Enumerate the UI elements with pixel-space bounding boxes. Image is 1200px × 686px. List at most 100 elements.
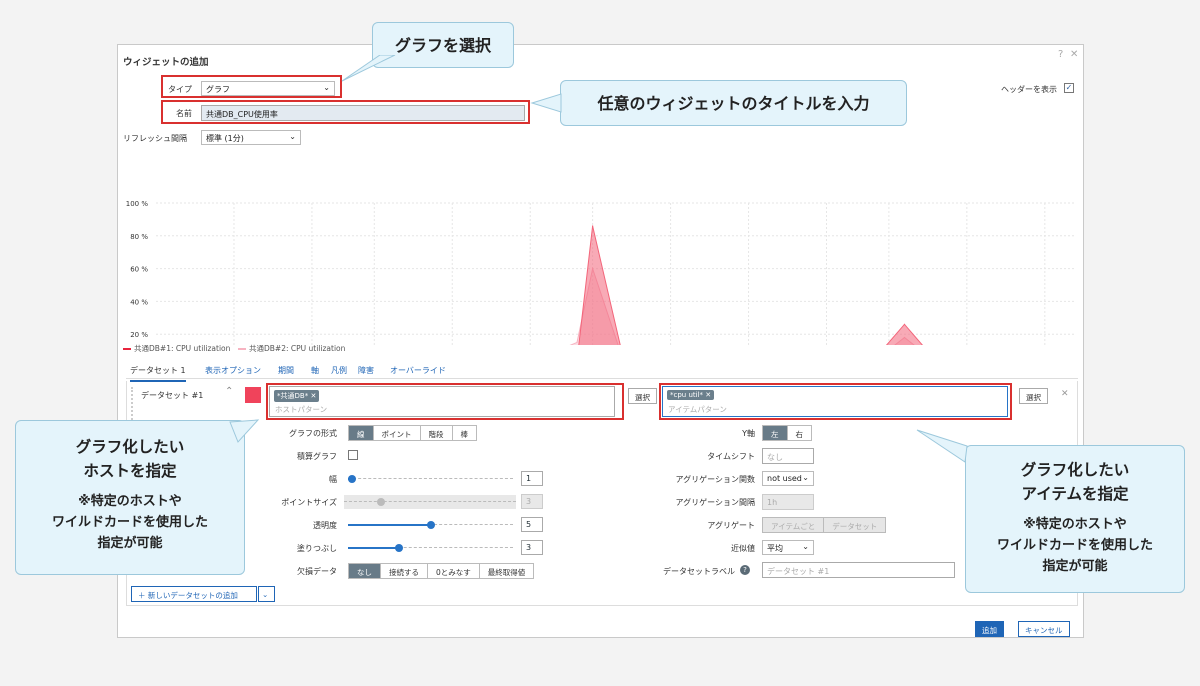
add-dataset-menu-button[interactable]: ⌄ bbox=[258, 586, 275, 602]
width-slider[interactable] bbox=[348, 474, 513, 484]
width-value[interactable]: 1 bbox=[521, 471, 543, 486]
callout-pointer bbox=[916, 429, 968, 463]
y-tick-label: 60 % bbox=[130, 266, 148, 274]
refresh-label: リフレッシュ間隔 bbox=[123, 134, 187, 143]
draw-bar[interactable]: 棒 bbox=[453, 426, 477, 440]
draw-type-toggle[interactable]: 線 ポイント 階段 棒 bbox=[348, 425, 477, 441]
y-axis-right[interactable]: 右 bbox=[788, 426, 812, 440]
agg-function-select[interactable]: not used ⌄ bbox=[762, 471, 814, 486]
name-highlight bbox=[161, 100, 530, 124]
missing-data-toggle[interactable]: なし 接続する 0とみなす 最終取得値 bbox=[348, 563, 535, 579]
callout-host: グラフ化したい ホストを指定 ※特定のホストや ワイルドカードを使用した 指定が… bbox=[15, 420, 245, 575]
chevron-down-icon: ⌄ bbox=[289, 132, 296, 141]
missing-data-label: 欠損データ bbox=[297, 567, 337, 576]
cancel-button[interactable]: キャンセル bbox=[1018, 621, 1070, 637]
refresh-select[interactable]: 標準 (1分) ⌄ bbox=[201, 130, 301, 145]
legend-swatch bbox=[238, 348, 246, 350]
data-point bbox=[592, 225, 594, 227]
slider-knob[interactable] bbox=[395, 544, 403, 552]
item-select-button[interactable]: 選択 bbox=[1019, 388, 1048, 404]
tab-legend[interactable]: 凡例 bbox=[331, 365, 347, 376]
approximation-label: 近似値 bbox=[731, 544, 755, 553]
y-axis-left[interactable]: 左 bbox=[763, 426, 788, 440]
draw-type-label: グラフの形式 bbox=[289, 429, 337, 438]
slider-knob[interactable] bbox=[348, 475, 356, 483]
width-label: 幅 bbox=[329, 475, 337, 484]
agg-interval-input: 1h bbox=[762, 494, 814, 510]
transparency-slider[interactable] bbox=[348, 520, 513, 530]
dataset-label: データセット #1 bbox=[141, 391, 204, 400]
draw-line[interactable]: 線 bbox=[349, 426, 374, 440]
draw-staircase[interactable]: 階段 bbox=[421, 426, 453, 440]
slider-fill bbox=[348, 547, 399, 549]
legend-label: 共通DB#2: CPU utilization bbox=[249, 344, 346, 353]
point-size-label: ポイントサイズ bbox=[281, 498, 337, 507]
callout-item-title: グラフ化したい アイテムを指定 bbox=[1020, 461, 1130, 503]
tab-problems[interactable]: 障害 bbox=[358, 365, 374, 376]
callout-pointer bbox=[229, 419, 260, 443]
agg-function-value: not used bbox=[767, 474, 802, 483]
y-axis-label: Y軸 bbox=[742, 429, 755, 438]
approximation-value: 平均 bbox=[767, 544, 783, 553]
callout-title-input: 任意のウィジェットのタイトルを入力 bbox=[560, 80, 907, 126]
dialog-title: ウィジェットの追加 bbox=[123, 57, 209, 68]
help-icon[interactable]: ? bbox=[1058, 49, 1063, 60]
collapse-chevron-icon[interactable]: ⌃ bbox=[225, 386, 233, 397]
show-header-checkbox[interactable]: ✓ bbox=[1064, 83, 1074, 93]
fill-slider[interactable] bbox=[348, 543, 513, 553]
slider-track bbox=[344, 501, 516, 502]
type-highlight bbox=[161, 75, 342, 98]
callout-pointer bbox=[530, 93, 562, 113]
tab-axes[interactable]: 軸 bbox=[311, 365, 319, 376]
graph-preview: 0 %20 %40 %60 %80 %100 % 8-29 17:218-29 … bbox=[126, 200, 1076, 345]
refresh-select-value: 標準 (1分) bbox=[206, 134, 244, 143]
help-icon[interactable]: ? bbox=[740, 565, 750, 575]
y-axis-toggle[interactable]: 左 右 bbox=[762, 425, 812, 441]
aggregate-toggle: アイテムごと データセット bbox=[762, 517, 887, 533]
dataset-panel: データセット #1 ⌃ *共通DB* ✕ ホストパターン 選択 *cpu uti… bbox=[126, 381, 1078, 606]
add-dataset-button[interactable]: ＋ 新しいデータセットの追加 bbox=[131, 586, 257, 602]
tab-dataset[interactable]: データセット 1 bbox=[130, 365, 186, 382]
draw-points[interactable]: ポイント bbox=[374, 426, 421, 440]
tab-display-options[interactable]: 表示オプション bbox=[205, 365, 261, 376]
chevron-down-icon: ⌄ bbox=[262, 590, 269, 599]
callout-pointer bbox=[341, 55, 396, 82]
missing-none[interactable]: なし bbox=[349, 564, 381, 578]
transparency-label: 透明度 bbox=[313, 521, 337, 530]
tab-overrides[interactable]: オーバーライド bbox=[390, 365, 446, 376]
missing-zero[interactable]: 0とみなす bbox=[428, 564, 480, 578]
host-highlight bbox=[266, 383, 624, 420]
slider-knob bbox=[377, 498, 385, 506]
close-icon[interactable]: ✕ bbox=[1070, 49, 1078, 60]
chevron-down-icon: ⌄ bbox=[802, 473, 809, 482]
timeshift-input[interactable]: なし bbox=[762, 448, 814, 464]
approximation-select[interactable]: 平均 ⌄ bbox=[762, 540, 814, 555]
stacked-checkbox[interactable] bbox=[348, 450, 358, 460]
add-widget-dialog: ウィジェットの追加 ? ✕ タイプ グラフ ⌄ 名前 共通DB_CPU使用率 リ… bbox=[117, 44, 1084, 638]
dataset-label-input[interactable]: データセット #1 bbox=[762, 562, 955, 578]
tab-bar: データセット 1 表示オプション 期間 軸 凡例 障害 オーバーライド bbox=[126, 359, 1078, 382]
host-select-button[interactable]: 選択 bbox=[628, 388, 657, 404]
dataset-label-label: データセットラベル bbox=[663, 567, 735, 576]
slider-track bbox=[348, 478, 513, 479]
data-point bbox=[576, 341, 578, 343]
tab-period[interactable]: 期間 bbox=[278, 365, 294, 376]
timeshift-label: タイムシフト bbox=[707, 452, 755, 461]
dataset-color-picker[interactable] bbox=[245, 387, 261, 403]
item-highlight bbox=[659, 383, 1012, 420]
transparency-value[interactable]: 5 bbox=[521, 517, 543, 532]
y-tick-label: 20 % bbox=[130, 331, 148, 339]
chevron-down-icon: ⌄ bbox=[802, 542, 809, 551]
add-button[interactable]: 追加 bbox=[975, 621, 1004, 637]
agg-interval-label: アグリゲーション間隔 bbox=[675, 498, 755, 507]
missing-last[interactable]: 最終取得値 bbox=[480, 564, 534, 578]
remove-dataset-icon[interactable]: ✕ bbox=[1061, 389, 1069, 399]
fill-label: 塗りつぶし bbox=[296, 544, 337, 553]
slider-fill bbox=[348, 524, 431, 526]
y-tick-label: 40 % bbox=[130, 298, 148, 306]
slider-knob[interactable] bbox=[427, 521, 435, 529]
agg-function-label: アグリゲーション関数 bbox=[675, 475, 755, 484]
fill-value[interactable]: 3 bbox=[521, 540, 543, 555]
aggregate-label: アグリゲート bbox=[707, 521, 755, 530]
missing-connect[interactable]: 接続する bbox=[381, 564, 428, 578]
